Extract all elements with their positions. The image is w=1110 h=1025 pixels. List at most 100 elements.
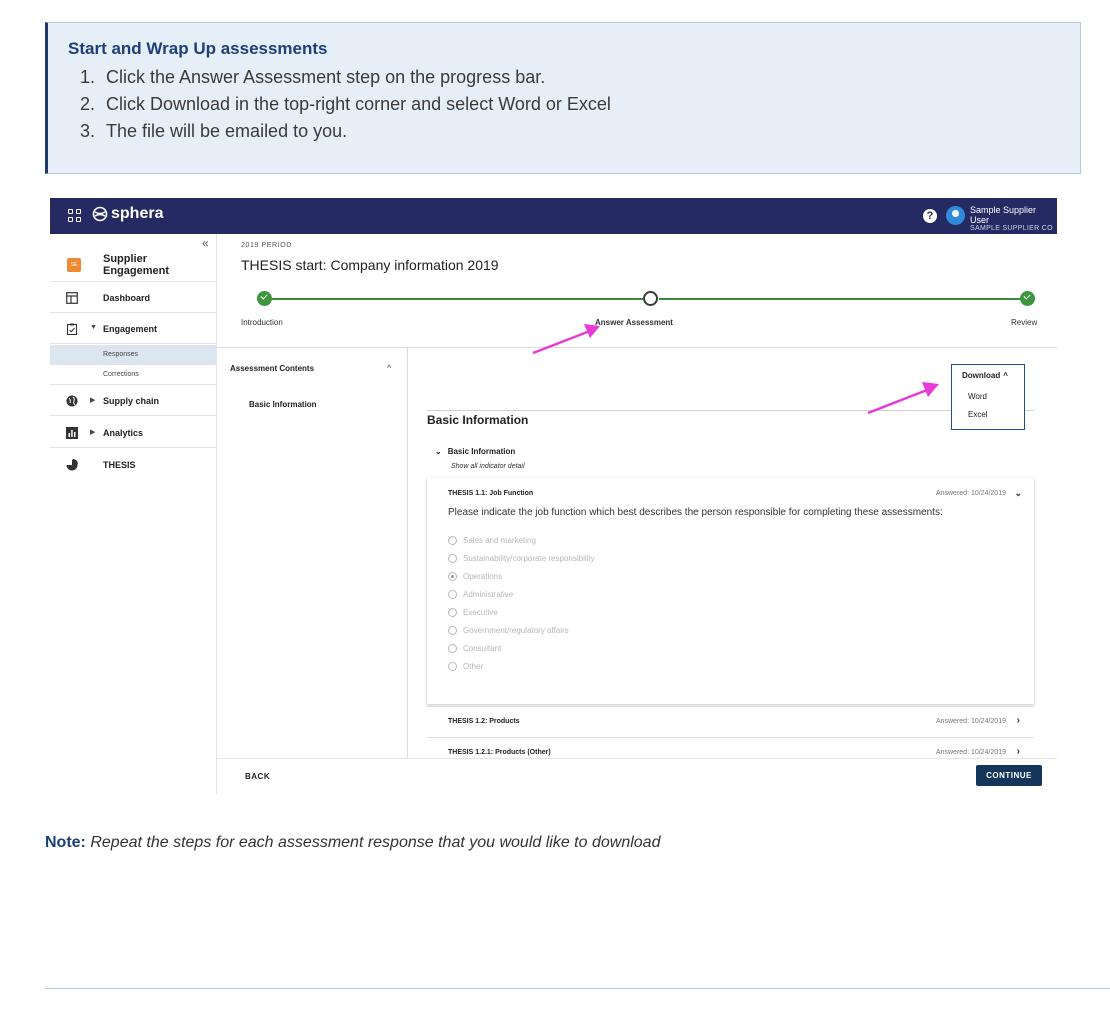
step-review-complete-icon[interactable] xyxy=(1020,291,1035,306)
user-name: Sample Supplier User xyxy=(970,205,1037,225)
help-icon[interactable]: ? xyxy=(923,209,937,223)
step-item: 3. The file will be emailed to you. xyxy=(80,118,611,145)
expand-caret-icon: ▶ xyxy=(90,397,96,404)
sidebar-item-label: Supply chain xyxy=(103,396,160,406)
app-screenshot: sphera ? Sample Supplier User SAMPLE SUP… xyxy=(50,198,1057,794)
footer-bar: BACK CONTINUE xyxy=(217,758,1057,794)
assessment-contents-panel: Assessment Contents ^ Basic Information xyxy=(217,348,408,758)
user-avatar-icon[interactable] xyxy=(946,206,965,225)
subsection-header[interactable]: ⌄ Basic Information xyxy=(435,447,515,456)
options-list: Sales and marketing Sustainability/corpo… xyxy=(448,531,595,675)
radio-option[interactable]: Executive xyxy=(448,603,595,621)
chevron-down-icon: ⌄ xyxy=(435,447,442,456)
step-introduction-complete-icon[interactable] xyxy=(257,291,272,306)
sphera-logo[interactable]: sphera xyxy=(92,205,163,223)
note: Note: Repeat the steps for each assessme… xyxy=(45,834,660,852)
radio-option[interactable]: Sustainability/corporate responsibility xyxy=(448,549,595,567)
progress-line xyxy=(659,298,1021,300)
download-word-option[interactable]: Word xyxy=(968,392,987,401)
sphera-logo-icon xyxy=(92,206,108,222)
option-label: Other xyxy=(463,661,484,671)
app-grid-icon[interactable] xyxy=(68,209,82,223)
chevron-up-icon: ^ xyxy=(1003,371,1008,380)
download-label: Download xyxy=(962,371,1001,380)
bar-chart-icon xyxy=(66,427,78,439)
instructions-callout: Start and Wrap Up assessments 1. Click th… xyxy=(45,22,1081,174)
step-text: The file will be emailed to you. xyxy=(106,121,348,141)
radio-option[interactable]: Sales and marketing xyxy=(448,531,595,549)
answered-date: Answered: 10/24/2019 xyxy=(935,490,1006,497)
step-text: Click Download in the top-right corner a… xyxy=(106,94,611,114)
annotation-arrow-icon xyxy=(867,382,939,415)
divider xyxy=(45,988,1110,989)
radio-option[interactable]: Consultant xyxy=(448,639,595,657)
question-row[interactable]: THESIS 1.2: Products Answered: 10/24/201… xyxy=(427,706,1034,736)
radio-option[interactable]: Government/regulatory affairs xyxy=(448,621,595,639)
sidebar-item-dashboard[interactable]: Dashboard xyxy=(50,283,217,313)
logo-text: sphera xyxy=(111,205,164,222)
option-label: Consultant xyxy=(463,643,502,653)
download-button[interactable]: Download ^ xyxy=(962,371,1008,380)
back-button[interactable]: BACK xyxy=(245,772,270,781)
answered-date: Answered: 10/24/2019 xyxy=(935,718,1006,725)
download-excel-option[interactable]: Excel xyxy=(968,410,988,419)
chevron-right-icon: › xyxy=(1016,715,1020,726)
option-label: Sustainability/corporate responsibility xyxy=(463,553,595,563)
assessment-contents-title: Assessment Contents xyxy=(230,364,315,373)
sidebar-subitem-corrections[interactable]: Corrections xyxy=(50,365,217,385)
step-introduction-label[interactable]: Introduction xyxy=(241,318,283,327)
answered-date: Answered: 10/24/2019 xyxy=(935,749,1006,756)
option-label: Government/regulatory affairs xyxy=(463,625,569,635)
subsection-title: Basic Information xyxy=(447,447,516,456)
sidebar-item-label: Engagement xyxy=(103,324,158,334)
step-answer-assessment-current-icon[interactable] xyxy=(643,291,658,306)
section-title: Basic Information xyxy=(427,413,529,427)
user-company: SAMPLE SUPPLIER CO xyxy=(970,225,1053,232)
step-text: Click the Answer Assessment step on the … xyxy=(106,67,546,87)
question-title: THESIS 1.1: Job Function xyxy=(448,490,534,497)
step-item: 1. Click the Answer Assessment step on th… xyxy=(80,64,611,91)
radio-option[interactable]: Operations xyxy=(448,567,595,585)
contents-item-basic-information[interactable]: Basic Information xyxy=(249,400,317,409)
option-label: Operations xyxy=(463,571,503,581)
show-all-indicator-link[interactable]: Show all indicator detail xyxy=(451,463,525,470)
radio-icon xyxy=(448,553,457,563)
sidebar: « SE Supplier Engagement Dashboard ▼ Eng… xyxy=(50,234,217,794)
expand-caret-icon: ▶ xyxy=(90,429,96,436)
step-number: 2. xyxy=(80,94,96,114)
note-text: Repeat the steps for each assessment res… xyxy=(90,834,661,851)
callout-title: Start and Wrap Up assessments xyxy=(68,39,328,58)
radio-icon xyxy=(448,607,457,617)
sidebar-item-thesis[interactable]: THESIS xyxy=(50,450,217,480)
step-number: 1. xyxy=(80,67,96,87)
supplier-engagement-icon: SE xyxy=(67,258,81,272)
chevron-right-icon: › xyxy=(1016,746,1020,757)
note-label: Note: xyxy=(45,834,86,851)
question-text: Please indicate the job function which b… xyxy=(448,507,943,518)
top-bar: sphera ? Sample Supplier User SAMPLE SUP… xyxy=(50,198,1057,234)
step-review-label[interactable]: Review xyxy=(1011,318,1037,327)
step-number: 3. xyxy=(80,121,96,141)
radio-option[interactable]: Administrative xyxy=(448,585,595,603)
progress-line xyxy=(263,298,643,300)
chevron-up-icon[interactable]: ^ xyxy=(387,363,391,373)
sidebar-subitem-responses[interactable]: Responses xyxy=(50,345,217,365)
globe-icon xyxy=(66,395,78,407)
option-label: Administrative xyxy=(463,589,514,599)
steps-list: 1. Click the Answer Assessment step on th… xyxy=(80,64,611,145)
annotation-arrow-icon xyxy=(532,324,600,355)
period-label: 2019 PERIOD xyxy=(241,242,292,249)
chevron-down-icon[interactable]: ⌄ xyxy=(1014,488,1022,499)
user-menu[interactable]: Sample Supplier User SAMPLE SUPPLIER CO xyxy=(970,205,1057,232)
sidebar-item-engagement[interactable]: ▼ Engagement xyxy=(50,314,217,344)
radio-option[interactable]: Other xyxy=(448,657,595,675)
sidebar-brand[interactable]: SE Supplier Engagement xyxy=(50,248,217,282)
sidebar-brand-label: Supplier Engagement xyxy=(103,253,170,277)
radio-icon xyxy=(448,589,457,599)
sidebar-item-supply-chain[interactable]: ▶ Supply chain xyxy=(50,386,217,416)
sidebar-item-analytics[interactable]: ▶ Analytics xyxy=(50,418,217,448)
continue-button[interactable]: CONTINUE xyxy=(976,765,1042,786)
dashboard-icon xyxy=(66,292,78,304)
radio-icon xyxy=(448,643,457,653)
radio-icon xyxy=(448,625,457,635)
